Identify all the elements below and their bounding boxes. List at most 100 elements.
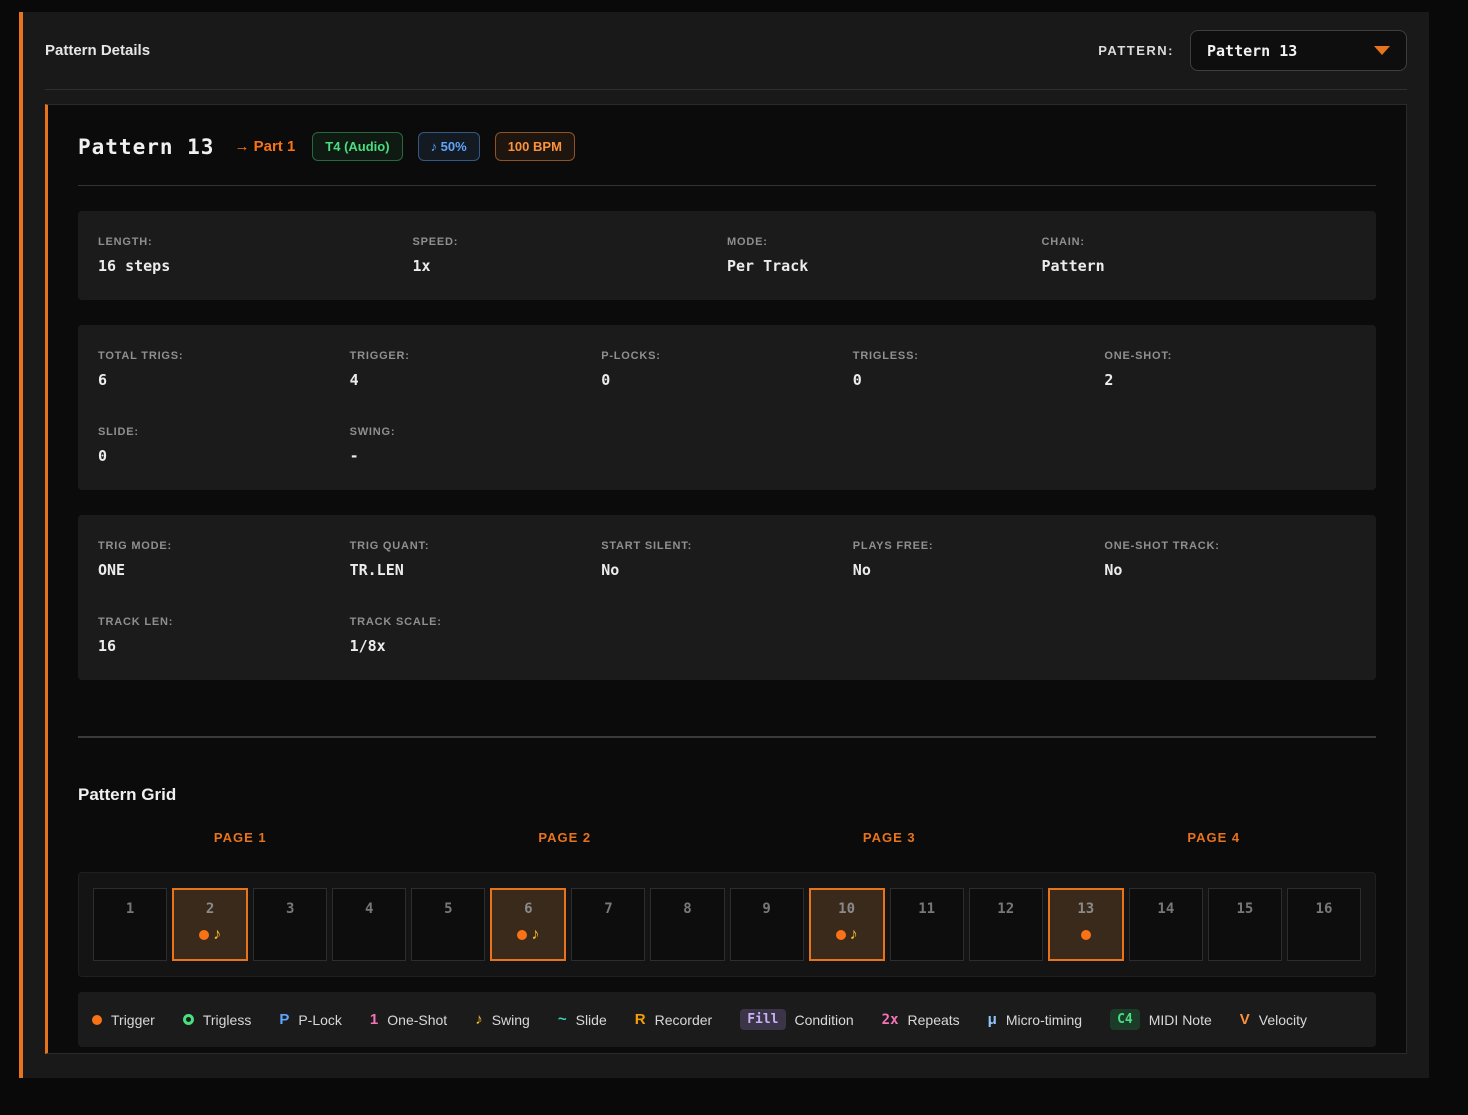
- field-value: 1/8x: [350, 637, 602, 655]
- swing-icon: ♪: [475, 1011, 483, 1028]
- legend-label: Recorder: [655, 1012, 713, 1028]
- field-value: 0: [601, 371, 853, 389]
- trig-stats-panel: TOTAL TRIGS:6TRIGGER:4P-LOCKS:0TRIGLESS:…: [78, 325, 1376, 490]
- field-one-shot: ONE-SHOT:2: [1104, 350, 1356, 389]
- step-cell-1[interactable]: 1: [93, 888, 167, 961]
- step-number: 10: [811, 901, 883, 917]
- field-value: Per Track: [727, 257, 1042, 275]
- step-number: 7: [572, 901, 644, 917]
- legend-label: Repeats: [908, 1012, 960, 1028]
- field-value: 0: [98, 447, 350, 465]
- legend-item-condition: Fill Condition: [740, 1009, 853, 1030]
- step-cell-6[interactable]: 6♪: [490, 888, 566, 961]
- step-cell-5[interactable]: 5: [411, 888, 485, 961]
- field-value: 0: [853, 371, 1105, 389]
- midi-note-icon: C4: [1110, 1009, 1140, 1030]
- field-label: TRIGGER:: [350, 350, 602, 362]
- page-labels-row: PAGE 1PAGE 2PAGE 3PAGE 4: [78, 830, 1376, 845]
- field-value: ONE: [98, 561, 350, 579]
- field-swing: SWING:-: [350, 426, 602, 465]
- step-cell-15[interactable]: 15: [1208, 888, 1282, 961]
- trigger-icon: [199, 930, 209, 940]
- pattern-part-link[interactable]: → Part 1: [234, 138, 295, 155]
- legend-label: P-Lock: [298, 1012, 342, 1028]
- legend-item-swing: ♪ Swing: [475, 1011, 530, 1028]
- p-lock-icon: P: [279, 1011, 289, 1028]
- step-cell-3[interactable]: 3: [253, 888, 327, 961]
- legend-label: Swing: [492, 1012, 530, 1028]
- field-trig-mode: TRIG MODE: ONE: [98, 540, 350, 579]
- field-label: MODE:: [727, 236, 1042, 248]
- field-value: No: [853, 561, 1105, 579]
- step-cell-14[interactable]: 14: [1129, 888, 1203, 961]
- legend-item-midi-note: C4MIDI Note: [1110, 1009, 1212, 1030]
- legend-item-p-lock: P P-Lock: [279, 1011, 342, 1028]
- step-cell-9[interactable]: 9: [730, 888, 804, 961]
- repeats-icon: 2x: [882, 1012, 899, 1028]
- slide-icon: ~: [558, 1011, 567, 1028]
- field-label: LENGTH:: [98, 236, 413, 248]
- page-label-4: PAGE 4: [1052, 830, 1377, 845]
- velocity-icon: V: [1240, 1011, 1250, 1028]
- step-number: 4: [333, 901, 405, 917]
- trigless-icon: [183, 1014, 194, 1025]
- field-label: TRIG QUANT:: [350, 540, 602, 552]
- field-value: No: [601, 561, 853, 579]
- field-label: ONE-SHOT TRACK:: [1104, 540, 1356, 552]
- field-p-locks: P-LOCKS:0: [601, 350, 853, 389]
- field-label: PLAYS FREE:: [853, 540, 1105, 552]
- legend-label: Condition: [795, 1012, 854, 1028]
- pattern-title: Pattern 13: [78, 135, 214, 159]
- step-number: 1: [94, 901, 166, 917]
- legend-label: Trigger: [111, 1012, 155, 1028]
- step-cell-2[interactable]: 2♪: [172, 888, 248, 961]
- step-cell-10[interactable]: 10 ♪: [809, 888, 885, 961]
- step-markers: ♪: [811, 927, 883, 943]
- field-label: TRACK LEN:: [98, 616, 350, 628]
- field-label: SLIDE:: [98, 426, 350, 438]
- step-number: 5: [412, 901, 484, 917]
- step-number: 8: [651, 901, 723, 917]
- step-number: 12: [970, 901, 1042, 917]
- step-markers: [254, 927, 326, 943]
- step-cell-8[interactable]: 8: [650, 888, 724, 961]
- legend-item-trigger: Trigger: [92, 1012, 155, 1028]
- step-cell-4[interactable]: 4: [332, 888, 406, 961]
- recorder-icon: R: [635, 1011, 646, 1028]
- step-markers: [1209, 927, 1281, 943]
- pattern-details-panel: Pattern Details PATTERN: Pattern 13 Patt…: [19, 12, 1429, 1078]
- step-cell-7[interactable]: 7: [571, 888, 645, 961]
- step-number: 16: [1288, 901, 1360, 917]
- step-markers: [970, 927, 1042, 943]
- condition-icon: Fill: [740, 1009, 785, 1030]
- chevron-down-icon: [1374, 46, 1390, 55]
- step-cell-12[interactable]: 12: [969, 888, 1043, 961]
- trigger-icon: [1081, 930, 1091, 940]
- step-cell-16[interactable]: 16: [1287, 888, 1361, 961]
- field-value: 2: [1104, 371, 1356, 389]
- field-label: TRIGLESS:: [853, 350, 1105, 362]
- field-speed: SPEED:1x: [413, 236, 728, 275]
- field-track-len: TRACK LEN:16: [98, 616, 350, 655]
- pattern-title-row: Pattern 13 → Part 1 T4 (Audio)♪ 50%100 B…: [78, 132, 1376, 186]
- swing-note-icon: ♪: [213, 928, 221, 942]
- micro-timing-icon: μ: [988, 1011, 997, 1028]
- step-markers: ♪: [492, 927, 564, 943]
- step-markers: [333, 927, 405, 943]
- step-markers: [94, 927, 166, 943]
- field-label: TOTAL TRIGS:: [98, 350, 350, 362]
- step-markers: [412, 927, 484, 943]
- step-cell-13[interactable]: 13: [1048, 888, 1124, 961]
- step-cell-11[interactable]: 11: [890, 888, 964, 961]
- legend-label: One-Shot: [387, 1012, 447, 1028]
- pattern-dropdown[interactable]: Pattern 13: [1190, 30, 1407, 71]
- field-label: TRIG MODE:: [98, 540, 350, 552]
- legend-label: Trigless: [203, 1012, 252, 1028]
- legend-label: Velocity: [1259, 1012, 1307, 1028]
- step-number: 11: [891, 901, 963, 917]
- legend-item-one-shot: 1One-Shot: [370, 1011, 447, 1028]
- track-settings-panel: TRIG MODE:ONETRIG QUANT:TR.LENSTART SILE…: [78, 515, 1376, 680]
- section-divider: [78, 736, 1376, 738]
- trigger-icon: [517, 930, 527, 940]
- field-one-shot-track: ONE-SHOT TRACK:No: [1104, 540, 1356, 579]
